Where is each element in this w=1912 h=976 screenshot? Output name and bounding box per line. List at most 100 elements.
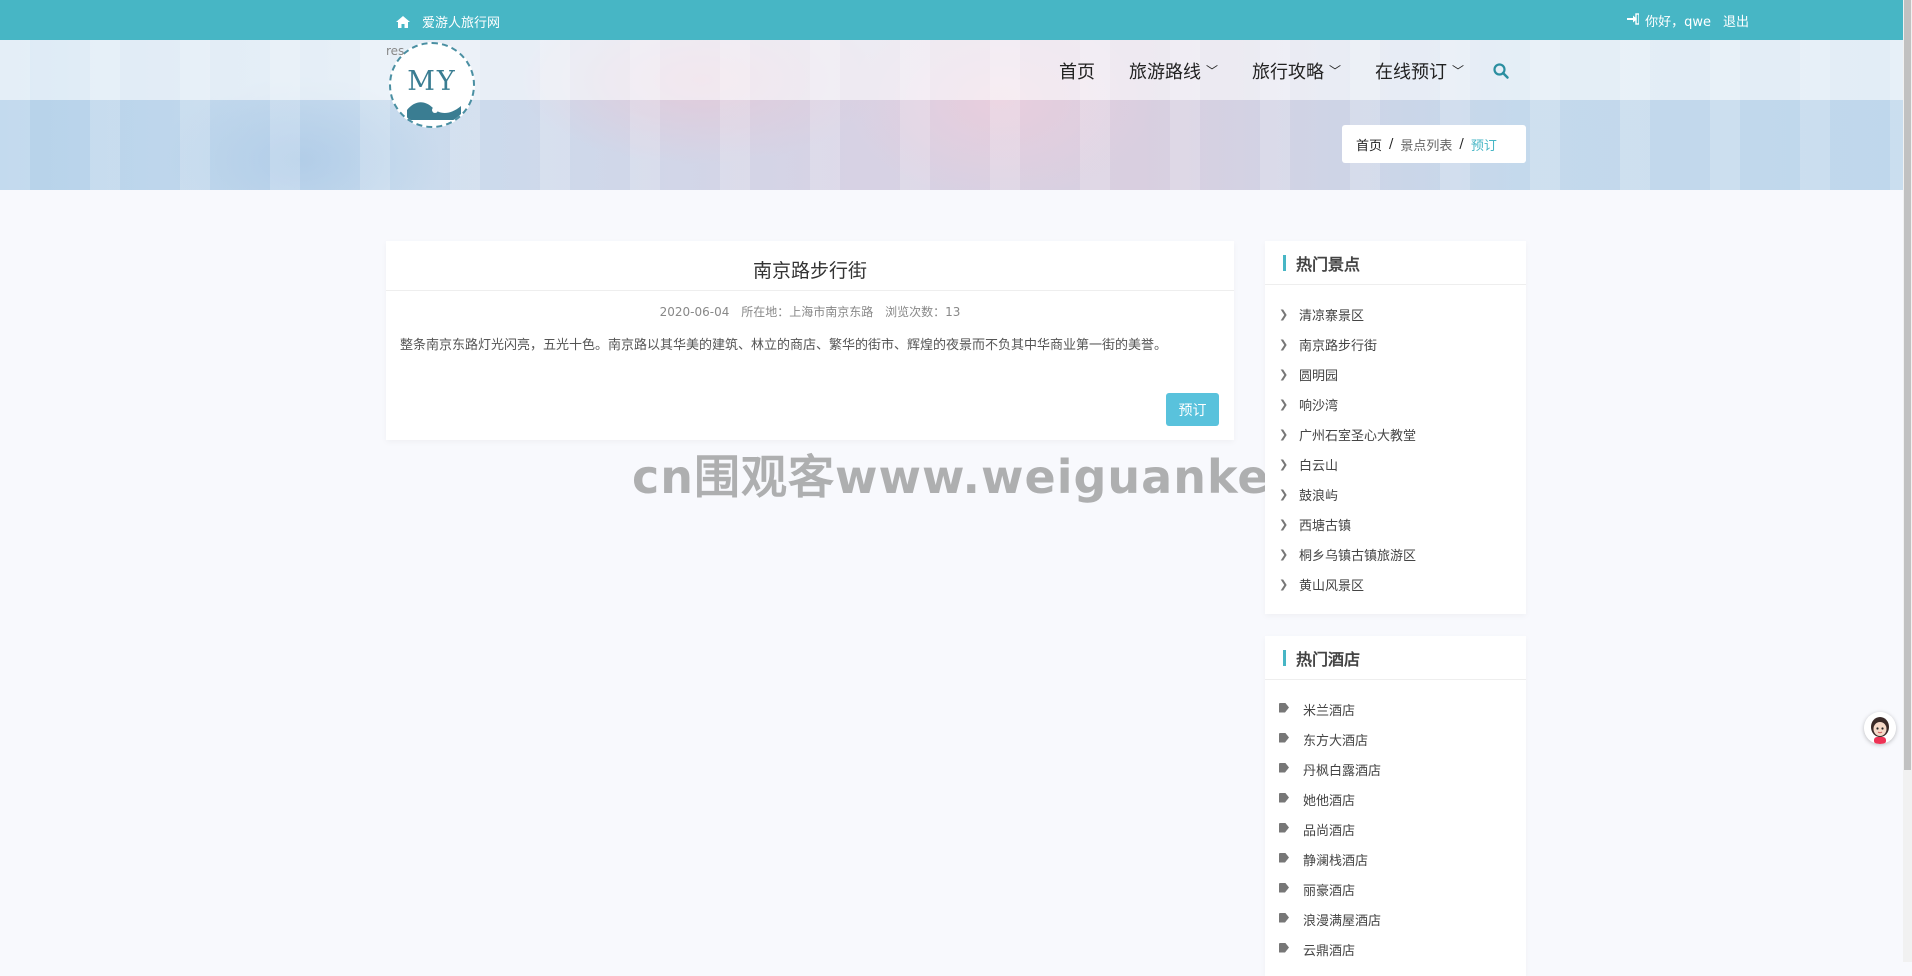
hot-hotel-item[interactable]: 品尚酒店 [1279,814,1526,844]
user-area: 你好，qwe 退出 [1627,11,1749,30]
hot-hotels-panel: 热门酒店 米兰酒店东方大酒店丹枫白露酒店 她他酒店品尚酒店静澜栈酒店丽豪酒店浪漫满… [1265,636,1526,976]
spot-date: 2020-06-04 [659,305,730,319]
hot-hotel-item[interactable]: 米兰酒店 [1279,694,1526,724]
hot-hotel-item[interactable]: 云鼎酒店 [1279,934,1526,964]
hot-spot-label: 桐乡乌镇古镇旅游区 [1299,548,1417,564]
hot-spot-item[interactable]: ❯ 南京路步行街 [1279,329,1526,359]
spot-description: 整条南京东路灯光闪亮，五光十色。南京路以其华美的建筑、林立的商店、繁华的街市、辉… [400,338,1168,353]
nav-guides[interactable]: 旅行攻略 ﹀ [1252,58,1341,84]
hot-hotel-item[interactable]: 浪漫满屋酒店 [1279,904,1526,934]
chevron-right-icon: ❯ [1279,397,1289,411]
breadcrumb-separator: / [1459,136,1464,152]
hot-spot-item[interactable]: ❯ 圆明园 [1279,359,1526,389]
hot-spot-label: 广州石室圣心大教堂 [1299,428,1417,444]
hot-hotel-item[interactable]: 东方大酒店 [1279,724,1526,754]
tag-icon [1279,822,1303,837]
breadcrumb-current: 预订 [1470,138,1497,154]
nav-band [0,40,1903,100]
hot-spot-item[interactable]: ❯ 响沙湾 [1279,389,1526,419]
hot-hotels-heading: 热门酒店 [1265,636,1526,680]
hot-hotel-item[interactable]: 她他酒店 [1279,784,1526,814]
hot-spots-panel: 热门景点 ❯ 清凉寨景区 ❯ 南京路步行街 ❯ 圆明园 ❯ 响沙湾 ❯ 广州石室圣心大教堂 ❯ 白云山… [1265,241,1526,614]
hot-spot-item[interactable]: ❯ 西塘古镇 [1279,509,1526,539]
hot-hotel-label: 丽豪酒店 [1303,883,1356,899]
search-icon[interactable] [1492,62,1510,80]
tag-icon [1279,912,1303,927]
hot-spot-label: 响沙湾 [1299,398,1339,414]
watermark: cn围观客www.weiguanke.cn [632,450,1351,504]
spot-meta: 2020-06-04 所在地：上海市南京东路 浏览次数：13 [386,303,1234,320]
tag-icon [1279,762,1303,777]
scrollbar-thumb[interactable] [1904,0,1911,770]
hot-spot-label: 南京路步行街 [1299,338,1378,354]
hot-hotel-item[interactable]: 静澜栈酒店 [1279,844,1526,874]
hot-spot-label: 西塘古镇 [1299,518,1352,534]
home-icon [396,15,410,28]
hot-spot-item[interactable]: ❯ 广州石室圣心大教堂 [1279,419,1526,449]
hot-spot-item[interactable]: ❯ 桐乡乌镇古镇旅游区 [1279,539,1526,569]
hot-hotel-item[interactable]: 丹枫白露酒店 [1279,754,1526,784]
chevron-down-icon: ﹀ [1329,63,1342,78]
chevron-right-icon: ❯ [1279,307,1289,321]
logo-wave-icon [407,102,461,120]
spot-views: 浏览次数：13 [885,305,961,319]
user-greeting: 你好，qwe [1645,15,1711,30]
hot-spot-item[interactable]: ❯ 鼓浪屿 [1279,479,1526,509]
logout-link[interactable]: 退出 [1723,11,1749,30]
breadcrumb-separator: / [1389,136,1394,152]
hot-spots-heading: 热门景点 [1265,241,1526,285]
hot-spots-list: ❯ 清凉寨景区 ❯ 南京路步行街 ❯ 圆明园 ❯ 响沙湾 ❯ 广州石室圣心大教堂 ❯ 白云山 ❯ 鼓浪屿 ❯… [1265,285,1526,599]
hot-hotel-label: 米兰酒店 [1303,703,1356,719]
chevron-down-icon: ﹀ [1206,63,1219,78]
site-name: 爱游人旅行网 [422,16,501,31]
hot-spot-item[interactable]: ❯ 白云山 [1279,449,1526,479]
logo-text: MY [407,66,457,97]
tag-icon [1279,852,1303,867]
hot-spot-label: 鼓浪屿 [1299,488,1339,504]
spot-detail-card: 南京路步行街 2020-06-04 所在地：上海市南京东路 浏览次数：13 整条… [386,241,1234,440]
page-scrollbar[interactable] [1903,0,1912,962]
breadcrumb-spot-list[interactable]: 景点列表 [1400,135,1452,154]
chevron-right-icon: ❯ [1279,547,1289,561]
hot-spot-label: 白云山 [1299,458,1339,474]
hot-hotel-label: 云鼎酒店 [1303,943,1356,959]
hot-hotel-item[interactable]: 丽豪酒店 [1279,874,1526,904]
top-bar: 爱游人旅行网 你好，qwe 退出 [0,0,1903,40]
chevron-right-icon: ❯ [1279,517,1289,531]
tag-icon [1279,942,1303,957]
hot-spot-label: 黄山风景区 [1299,578,1365,594]
book-button[interactable]: 预订 [1166,393,1219,426]
tag-icon [1279,702,1303,717]
tag-icon [1279,882,1303,897]
sign-in-icon [1627,12,1640,29]
nav-home[interactable]: 首页 [1059,58,1095,84]
hot-spot-item[interactable]: ❯ 清凉寨景区 [1279,299,1526,329]
chevron-down-icon: ﹀ [1452,63,1465,78]
hot-hotel-label: 浪漫满屋酒店 [1303,913,1382,929]
hot-spot-label: 圆明园 [1299,368,1339,384]
hot-hotel-label: 她他酒店 [1303,793,1356,809]
main-nav: 首页 旅游路线 ﹀ 旅行攻略 ﹀ 在线预订 ﹀ [1059,58,1510,84]
spot-title: 南京路步行街 [386,241,1234,291]
chevron-right-icon: ❯ [1279,457,1289,471]
tag-icon [1279,732,1303,747]
breadcrumb: 首页 / 景点列表 / 预订 [1342,125,1526,163]
hot-hotel-label: 丹枫白露酒店 [1303,763,1382,779]
tag-icon [1279,792,1303,807]
chevron-right-icon: ❯ [1279,337,1289,351]
chevron-right-icon: ❯ [1279,367,1289,381]
hot-hotel-label: 品尚酒店 [1303,823,1356,839]
spot-location: 所在地：上海市南京东路 [741,305,874,319]
chevron-right-icon: ❯ [1279,427,1289,441]
hot-spot-label: 清凉寨景区 [1299,308,1365,324]
hot-hotels-list: 米兰酒店东方大酒店丹枫白露酒店 她他酒店品尚酒店静澜栈酒店丽豪酒店浪漫满屋酒店 云鼎… [1265,680,1526,964]
hot-hotel-label: 静澜栈酒店 [1303,853,1369,869]
nav-booking[interactable]: 在线预订 ﹀ [1375,58,1464,84]
avatar-icon [1864,712,1896,744]
nav-routes[interactable]: 旅游路线 ﹀ [1129,58,1218,84]
breadcrumb-home[interactable]: 首页 [1356,135,1382,154]
hot-hotel-label: 东方大酒店 [1303,733,1369,749]
hot-spot-item[interactable]: ❯ 黄山风景区 [1279,569,1526,599]
support-avatar[interactable] [1864,712,1896,744]
site-home-link[interactable]: 爱游人旅行网 [396,12,500,31]
